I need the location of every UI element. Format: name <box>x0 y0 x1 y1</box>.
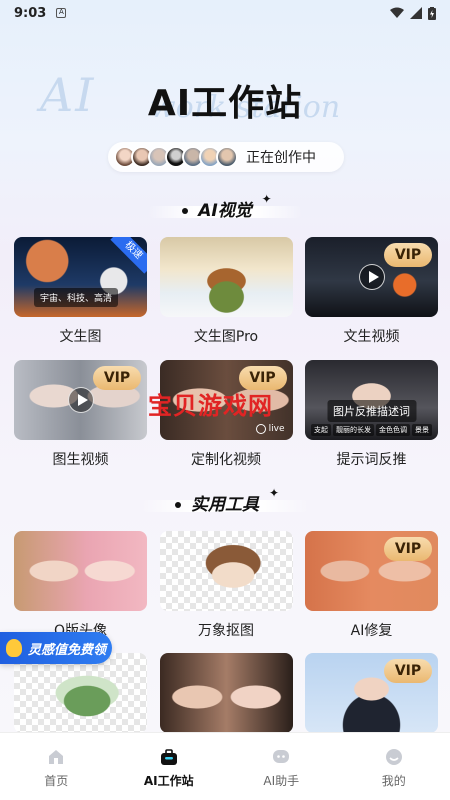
status-icons <box>390 6 436 20</box>
card-thumbnail <box>14 653 147 733</box>
prompt-tag: 靓丽的长发 <box>333 424 374 436</box>
reverse-prompt-pill: 图片反推描述词 <box>327 400 416 422</box>
tool-card-formal-portrait[interactable]: VIP <box>305 653 438 733</box>
ai-vision-grid: 极速 宇宙、科技、高清 文生图 文生图Pro VIP 文生视频 VIP 图生视频… <box>14 237 438 469</box>
card-thumbnail: 图片反推描述词 支起 靓丽的长发 金色色调 景景 <box>305 360 438 440</box>
prompt-tags: 支起 靓丽的长发 金色色调 景景 <box>311 424 432 436</box>
vip-badge: VIP <box>384 659 432 683</box>
card-thumbnail: VIP <box>305 653 438 733</box>
section-title-tools: 实用工具 ✦ <box>0 486 450 515</box>
creating-indicator[interactable]: 正在创作中 <box>108 142 344 172</box>
card-label: 文生视频 <box>343 329 400 345</box>
prompt-tag: 金色色调 <box>376 424 410 436</box>
free-inspiration-button[interactable]: 灵感值免费领 <box>0 632 112 664</box>
tool-card-q-avatar[interactable]: Q版头像 <box>14 531 147 640</box>
card-thumbnail <box>159 531 293 611</box>
live-indicator: live <box>255 424 285 434</box>
creating-label: 正在创作中 <box>246 150 316 166</box>
card-thumbnail <box>159 237 293 317</box>
tool-card-ai-restore[interactable]: VIP AI修复 <box>305 531 438 640</box>
status-bar: 9:03 A <box>0 0 450 26</box>
tool-card-portrait[interactable] <box>159 653 293 733</box>
card-label: 文生图Pro <box>193 329 259 345</box>
card-label: 定制化视频 <box>191 452 261 468</box>
card-thumbnail <box>159 653 293 733</box>
briefcase-icon <box>160 749 177 765</box>
signal-icon <box>410 7 422 19</box>
page-title: AI工作站 <box>147 83 303 124</box>
wifi-icon <box>390 7 404 18</box>
tool-card-text-to-image-pro[interactable]: 文生图Pro <box>159 237 293 346</box>
card-thumbnail: VIP <box>14 360 147 440</box>
live-icon <box>255 424 266 434</box>
card-label: 文生图 <box>59 329 102 345</box>
card-label: 万象抠图 <box>198 623 254 639</box>
fast-badge: 极速 <box>110 237 147 274</box>
decor-dot <box>182 208 189 214</box>
section-title-text: AI视觉 <box>198 201 252 221</box>
tab-ai-workstation[interactable]: AI工作站 <box>113 733 226 800</box>
promo-label: 灵感值免费领 <box>28 642 107 658</box>
tool-card-cutout[interactable]: 万象抠图 <box>159 531 293 640</box>
profile-icon <box>385 749 402 765</box>
battery-icon <box>428 6 436 20</box>
sparkle-icon: ✦ <box>261 192 272 206</box>
card-thumbnail: 极速 宇宙、科技、高清 <box>14 237 147 317</box>
tab-label: AI助手 <box>263 774 300 788</box>
play-icon <box>358 264 385 290</box>
prompt-pill: 宇宙、科技、高清 <box>34 288 119 307</box>
tab-profile[interactable]: 我的 <box>338 733 450 800</box>
vip-badge: VIP <box>93 366 141 390</box>
avatar <box>216 146 238 168</box>
live-label: live <box>268 424 285 434</box>
tool-card-prompt-reverse[interactable]: 图片反推描述词 支起 靓丽的长发 金色色调 景景 提示词反推 <box>305 360 438 469</box>
section-title-text: 实用工具 <box>191 495 259 515</box>
decor-dot <box>175 502 181 508</box>
home-icon <box>49 750 64 764</box>
card-thumbnail: VIP <box>305 237 438 317</box>
tab-label: 我的 <box>381 774 406 788</box>
tab-label: AI工作站 <box>143 774 194 788</box>
tool-card-text-to-video[interactable]: VIP 文生视频 <box>305 237 438 346</box>
bottom-tab-bar: 首页 AI工作站 AI助手 我的 <box>0 732 450 800</box>
tab-home[interactable]: 首页 <box>0 733 113 800</box>
assistant-icon <box>273 750 290 763</box>
notification-icon: A <box>56 8 67 18</box>
lightbulb-icon <box>6 639 22 657</box>
tool-card-food[interactable] <box>14 653 147 733</box>
vip-badge: VIP <box>384 537 432 561</box>
play-icon <box>67 387 94 413</box>
card-label: 图生视频 <box>52 452 109 468</box>
hero-banner: AI work station AI工作站 <box>0 60 450 150</box>
watermark-text: 宝贝游戏网 <box>148 392 273 420</box>
prompt-tag: 景景 <box>412 424 432 436</box>
vip-badge: VIP <box>384 243 432 267</box>
avatar-stack <box>114 146 238 168</box>
tab-label: 首页 <box>44 774 69 788</box>
tab-ai-assistant[interactable]: AI助手 <box>225 733 338 800</box>
card-thumbnail <box>14 531 147 611</box>
tool-card-image-to-video[interactable]: VIP 图生视频 <box>14 360 147 469</box>
card-label: AI修复 <box>350 623 393 639</box>
section-title-ai-vision: AI视觉 ✦ <box>0 192 450 221</box>
tool-card-text-to-image[interactable]: 极速 宇宙、科技、高清 文生图 <box>14 237 147 346</box>
sparkle-icon: ✦ <box>268 486 279 500</box>
status-time: 9:03 <box>14 5 47 21</box>
card-label: 提示词反推 <box>336 452 407 468</box>
prompt-tag: 支起 <box>311 424 331 436</box>
card-thumbnail: VIP <box>305 531 438 611</box>
